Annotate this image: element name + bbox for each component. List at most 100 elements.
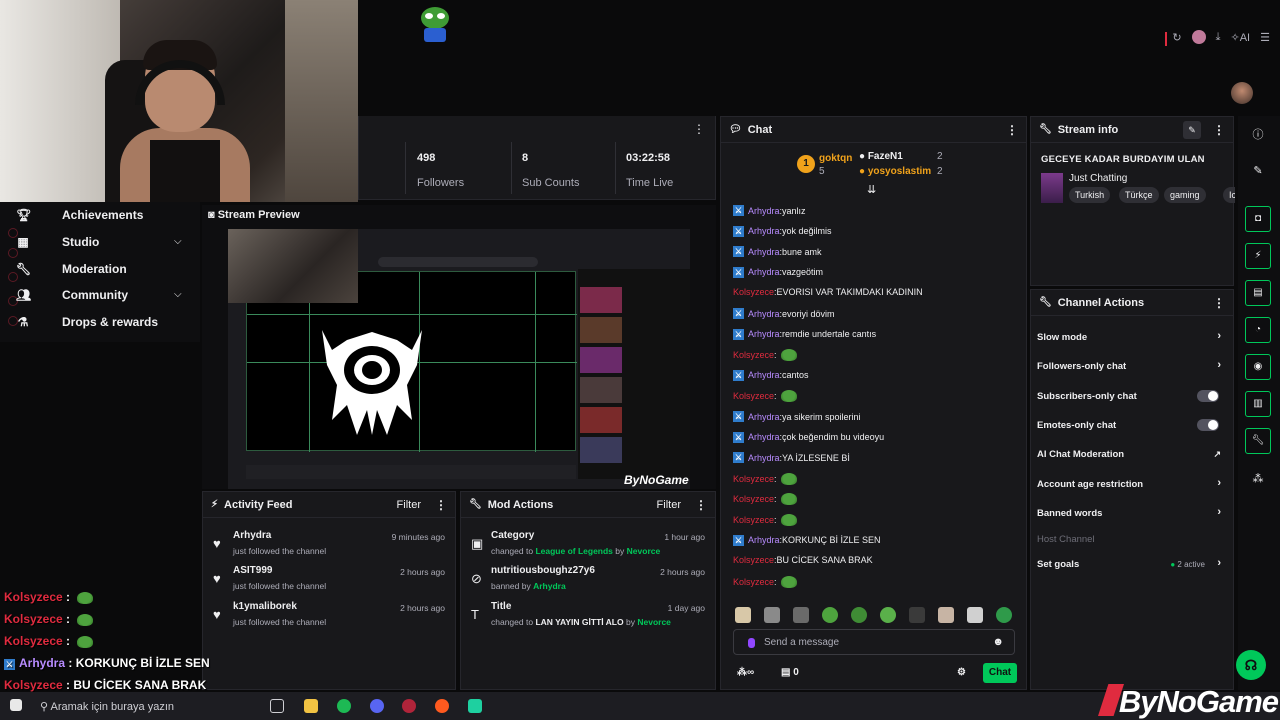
bell-icon[interactable]: ↻ xyxy=(1172,31,1181,44)
hamburger-icon[interactable]: ☰ xyxy=(1260,31,1270,44)
action-subscribers-only[interactable]: Subscribers-only chat xyxy=(1037,390,1227,402)
chat-username[interactable]: Arhydra xyxy=(748,370,780,380)
stream-category[interactable]: Just Chatting xyxy=(1069,173,1127,184)
chat-username[interactable]: Arhydra xyxy=(748,329,780,339)
discord-icon[interactable] xyxy=(370,699,384,713)
sidebar-item-drops[interactable]: ⚗︎ Drops & rewards xyxy=(18,315,158,329)
kebab-icon[interactable]: ⋮ xyxy=(693,122,705,136)
bolt-icon[interactable]: ⚡︎ xyxy=(1245,243,1271,269)
category-boxart[interactable] xyxy=(1041,173,1063,203)
chat-input[interactable]: Send a message ☻ xyxy=(733,629,1015,655)
emote-icon[interactable] xyxy=(764,607,780,623)
chat-icon[interactable]: ◔ xyxy=(1245,317,1271,343)
tag[interactable]: Ic xyxy=(1223,187,1235,203)
camera-icon[interactable]: ◘ xyxy=(1245,206,1271,232)
windows-start-icon[interactable] xyxy=(10,699,22,711)
tag[interactable]: Turkish xyxy=(1069,187,1111,203)
chat-username[interactable]: Arhydra xyxy=(748,206,780,216)
settings-icon[interactable]: ⚙ xyxy=(957,667,966,678)
third-entry[interactable]: ● yosyoslastim xyxy=(859,166,931,177)
emote-icon[interactable] xyxy=(996,607,1012,623)
tag[interactable]: gaming xyxy=(1164,187,1206,203)
chevron-down-icon[interactable]: ⌵ xyxy=(174,236,182,247)
action-host-channel[interactable]: Host Channel xyxy=(1037,534,1227,545)
chat-username[interactable]: Arhydra xyxy=(748,412,780,422)
mod-user[interactable]: Arhydra xyxy=(533,581,566,591)
nodes-icon[interactable]: ⁂ xyxy=(1245,472,1271,492)
chat-username[interactable]: Kolsyzece xyxy=(733,287,774,297)
chat-username[interactable]: Kolsyzece xyxy=(733,577,774,587)
tag[interactable]: Türkçe xyxy=(1119,187,1159,203)
leader-name[interactable]: goktqn xyxy=(819,153,852,164)
emoji-icon[interactable]: ☻ xyxy=(992,636,1004,648)
avatar[interactable] xyxy=(1231,82,1253,104)
kebab-icon[interactable]: ⋮ xyxy=(695,498,707,512)
preview-video[interactable]: ByNoGame xyxy=(228,229,690,489)
kebab-icon[interactable]: ⋮ xyxy=(1213,296,1225,310)
emote-icon[interactable] xyxy=(938,607,954,623)
opera-icon[interactable] xyxy=(402,699,416,713)
mod-user[interactable]: Nevorce xyxy=(637,617,671,627)
chat-username[interactable]: Arhydra xyxy=(748,535,780,545)
action-followers-only[interactable]: Followers-only chat › xyxy=(1037,359,1227,372)
chat-username[interactable]: Kolsyzece xyxy=(733,515,774,525)
wrench-icon[interactable]: 🔧︎ xyxy=(1245,428,1271,454)
action-set-goals[interactable]: Set goals ● 2 active › xyxy=(1037,557,1227,570)
chat-username[interactable]: Arhydra xyxy=(748,432,780,442)
layout-icon[interactable]: ▥ xyxy=(1245,391,1271,417)
action-account-age[interactable]: Account age restriction › xyxy=(1037,477,1227,490)
download-icon[interactable]: ⤓ xyxy=(1216,31,1221,44)
broadcast-icon[interactable]: ◉ xyxy=(1245,354,1271,380)
action-slow-mode[interactable]: Slow mode › xyxy=(1037,330,1227,343)
mod-user[interactable]: Nevorce xyxy=(627,546,661,556)
action-ai-moderation[interactable]: AI Chat Moderation ↗ xyxy=(1037,449,1227,460)
chat-username[interactable]: Arhydra xyxy=(748,453,780,463)
mod-highlight[interactable]: League of Legends xyxy=(535,546,612,556)
chevron-down-icon[interactable]: ⌵ xyxy=(174,289,182,300)
task-view-icon[interactable] xyxy=(270,699,284,713)
mic-icon[interactable] xyxy=(748,638,755,648)
taskbar-search[interactable]: ⚲ Aramak için buraya yazın xyxy=(40,700,174,713)
chat-username[interactable]: Kolsyzece xyxy=(733,474,774,484)
pencil-icon[interactable]: ✎ xyxy=(1245,164,1271,184)
folder-icon[interactable] xyxy=(304,699,318,713)
app-icon[interactable] xyxy=(468,699,482,713)
sidebar-item-studio[interactable]: ▦ Studio xyxy=(17,235,99,249)
chat-send-button[interactable]: Chat xyxy=(983,663,1017,683)
emote-icon[interactable] xyxy=(735,607,751,623)
chat-username[interactable]: Kolsyzece xyxy=(733,350,774,360)
spotify-icon[interactable] xyxy=(337,699,351,713)
chat-username[interactable]: Kolsyzece xyxy=(733,391,774,401)
chat-username[interactable]: Kolsyzece xyxy=(733,494,774,504)
sidebar-item-community[interactable]: 👥︎ Community xyxy=(16,288,128,302)
kebab-icon[interactable]: ⋮ xyxy=(1213,123,1225,137)
app-icon[interactable] xyxy=(435,699,449,713)
edit-pencil-icon[interactable]: ✎ xyxy=(1183,121,1201,139)
headset-icon[interactable]: ☊ xyxy=(1236,650,1266,680)
kebab-icon[interactable]: ⋮ xyxy=(1006,123,1018,137)
filter-button[interactable]: Filter xyxy=(657,499,681,511)
scroll-down-icon[interactable]: ⇊ xyxy=(867,183,876,196)
toggle-switch[interactable] xyxy=(1197,419,1219,431)
filter-button[interactable]: Filter xyxy=(397,499,421,511)
second-entry[interactable]: ● FazeN1 xyxy=(859,151,903,162)
chat-username[interactable]: Arhydra xyxy=(748,226,780,236)
chat-username[interactable]: Arhydra xyxy=(748,267,780,277)
action-banned-words[interactable]: Banned words › xyxy=(1037,506,1227,519)
emote-icon[interactable] xyxy=(909,607,925,623)
chat-username[interactable]: Arhydra xyxy=(748,309,780,319)
ai-button[interactable]: ✧AI xyxy=(1231,31,1251,44)
emote-icon[interactable] xyxy=(851,607,867,623)
chat-username[interactable]: Kolsyzece xyxy=(733,555,774,565)
user-avatar[interactable] xyxy=(1191,30,1206,44)
chat-username[interactable]: Arhydra xyxy=(748,247,780,257)
action-emotes-only[interactable]: Emotes-only chat xyxy=(1037,419,1227,431)
emote-icon[interactable] xyxy=(822,607,838,623)
document-icon[interactable]: ▤ xyxy=(1245,280,1271,306)
emote-icon[interactable] xyxy=(880,607,896,623)
emote-icon[interactable] xyxy=(793,607,809,623)
kebab-icon[interactable]: ⋮ xyxy=(435,498,447,512)
emote-icon[interactable] xyxy=(967,607,983,623)
sidebar-item-moderation[interactable]: 🔧︎ Moderation xyxy=(16,262,127,276)
channel-points-icon[interactable]: ⁂∞ xyxy=(737,667,754,678)
